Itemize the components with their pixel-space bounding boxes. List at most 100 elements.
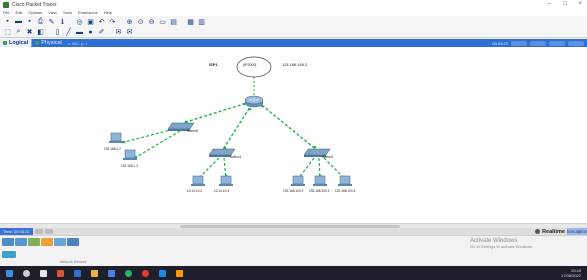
components-icon[interactable] — [28, 238, 40, 246]
pc3-icon[interactable] — [219, 175, 233, 186]
network-information-icon[interactable]: ℹ — [58, 18, 67, 26]
menu-bar: File Edit Options View Tools Extensions … — [0, 9, 587, 16]
custom-device-icon[interactable]: ▦ — [186, 18, 195, 26]
copy-icon[interactable]: ▣ — [86, 18, 95, 26]
maximize-button[interactable]: □ — [563, 1, 567, 7]
switch1-label: Switch1 — [230, 155, 242, 159]
network-devices-icon[interactable] — [2, 238, 14, 246]
rectangle-icon[interactable]: ▭ — [158, 18, 167, 26]
store-icon[interactable] — [108, 269, 115, 277]
save-icon[interactable]: ▪ — [25, 18, 34, 26]
pc0-ip-label: 192.168.1.2 — [104, 147, 121, 151]
word-icon[interactable] — [74, 269, 81, 277]
realtime-label: Realtime — [542, 228, 565, 235]
pc0-icon[interactable] — [109, 132, 123, 143]
pc1-icon[interactable] — [123, 149, 137, 160]
power-cycle-button[interactable] — [34, 229, 43, 234]
drawing-toolbar: ⬚ ⌕ ✖ ◧ ▯ ╱ ▬ ● ✐ ✉ ✉ — [0, 27, 587, 38]
tab-logical[interactable]: Logical — [0, 39, 33, 47]
multiuser-icon[interactable] — [67, 238, 79, 246]
delete-tool-icon[interactable]: ✖ — [25, 28, 34, 36]
zoom-reset-icon[interactable]: ⊙ — [136, 18, 145, 26]
zoom-fit-icon[interactable]: ◎ — [75, 18, 84, 26]
resize-tool-icon[interactable]: ◧ — [36, 28, 45, 36]
link-router-switch1 — [221, 103, 253, 152]
task-view-icon[interactable] — [40, 269, 47, 277]
activity-wizard-icon[interactable]: ✎ — [47, 18, 56, 26]
router-icon[interactable] — [244, 95, 264, 108]
note-tool-icon[interactable]: ▯ — [53, 28, 62, 36]
line-tool-icon[interactable]: ╱ — [64, 28, 73, 36]
viewport-button[interactable] — [568, 40, 584, 46]
zoom-in-icon[interactable]: ⊕ — [125, 18, 134, 26]
tab-physical[interactable]: Physical — [32, 39, 64, 47]
opera-icon[interactable] — [142, 269, 149, 277]
end-devices-icon[interactable] — [15, 238, 27, 246]
pc5-icon[interactable] — [313, 175, 327, 186]
move-object-button[interactable] — [549, 40, 565, 46]
system-tray-clock[interactable]: 20:45 17/06/2022 — [561, 268, 581, 278]
whatsapp-icon[interactable] — [125, 269, 132, 277]
root-button[interactable] — [511, 40, 527, 46]
palette-icon[interactable]: ▤ — [169, 18, 178, 26]
close-button[interactable]: × — [578, 1, 582, 7]
link-endpoint-dots — [122, 102, 346, 179]
complex-pdu-icon[interactable]: ✉ — [125, 28, 134, 36]
watermark-subtitle: Go to Settings to activate Windows. — [470, 244, 534, 249]
freeform-tool-icon[interactable]: ✐ — [97, 28, 106, 36]
minimize-button[interactable]: – — [548, 1, 551, 7]
logical-icon — [3, 41, 7, 45]
menu-options[interactable]: Options — [28, 10, 42, 15]
menu-help[interactable]: Help — [104, 10, 112, 15]
zoom-out-icon[interactable]: ⊖ — [147, 18, 156, 26]
logical-workspace[interactable]: ISP1 {IP2000} 115.166.166.2 Switch0 Swit… — [0, 47, 587, 223]
file-explorer-icon[interactable] — [91, 269, 98, 277]
menu-edit[interactable]: Edit — [15, 10, 22, 15]
misc-icon[interactable] — [54, 238, 66, 246]
redo-icon[interactable]: ↷ — [108, 18, 117, 26]
routers-icon[interactable] — [2, 251, 16, 258]
edge-icon[interactable] — [159, 269, 166, 277]
packet-tracer-taskbar-icon[interactable] — [176, 269, 183, 277]
menu-view[interactable]: View — [48, 10, 57, 15]
fast-forward-button[interactable] — [44, 229, 53, 234]
menu-file[interactable]: File — [3, 10, 9, 15]
inspect-tool-icon[interactable]: ⌕ — [14, 28, 23, 36]
rectangle-tool-icon[interactable]: ▬ — [75, 28, 84, 36]
open-folder-icon[interactable]: ▬ — [14, 18, 23, 26]
isp-label: ISP1 — [209, 62, 218, 67]
select-tool-icon[interactable]: ⬚ — [3, 28, 12, 36]
menu-tools[interactable]: Tools — [63, 10, 72, 15]
activation-watermark: Activate Windows Go to Settings to activ… — [470, 238, 533, 249]
ellipse-tool-icon[interactable]: ● — [86, 28, 95, 36]
windows-taskbar: 20:45 17/06/2022 — [0, 266, 587, 280]
pdu-list-icon[interactable]: ▥ — [197, 18, 206, 26]
realtime-mode-button[interactable]: Realtime — [535, 228, 565, 235]
status-bar: Time: 00:03:22 Realtime Simulation — [0, 228, 587, 235]
simple-pdu-icon[interactable]: ✉ — [114, 28, 123, 36]
start-icon[interactable] — [6, 269, 13, 277]
switch2-label: Switch2 — [322, 155, 334, 159]
new-cluster-button[interactable] — [530, 40, 546, 46]
connections-icon[interactable] — [41, 238, 53, 246]
search-icon[interactable] — [23, 269, 30, 277]
office-icon[interactable] — [57, 269, 64, 277]
simulation-mode-button[interactable]: Simulation — [567, 228, 587, 235]
pc4-icon[interactable] — [291, 175, 305, 186]
pc4-ip-label: 192.168.100.2 — [283, 189, 304, 193]
tab-logical-label: Logical — [9, 40, 29, 46]
device-type-label: Network Devices — [60, 260, 87, 264]
sim-time: Time: 00:03:22 — [0, 228, 33, 235]
isp-cloud-icon[interactable] — [236, 56, 272, 78]
isp-device-label: {IP2000} — [243, 63, 257, 67]
pc6-icon[interactable] — [338, 175, 352, 186]
pc2-icon[interactable] — [191, 175, 205, 186]
pc5-ip-label: 192.168.100.3 — [309, 189, 330, 193]
cursor-coordinates: x: 960, y: 1 — [67, 40, 88, 46]
menu-extensions[interactable]: Extensions — [78, 10, 98, 15]
link-router-switch0 — [182, 101, 251, 124]
isp-ip-label: 115.166.166.2 — [282, 62, 308, 67]
new-file-icon[interactable]: ▪ — [3, 18, 12, 26]
print-icon[interactable]: ⎙ — [36, 18, 45, 26]
undo-icon[interactable]: ↶ — [97, 18, 106, 26]
